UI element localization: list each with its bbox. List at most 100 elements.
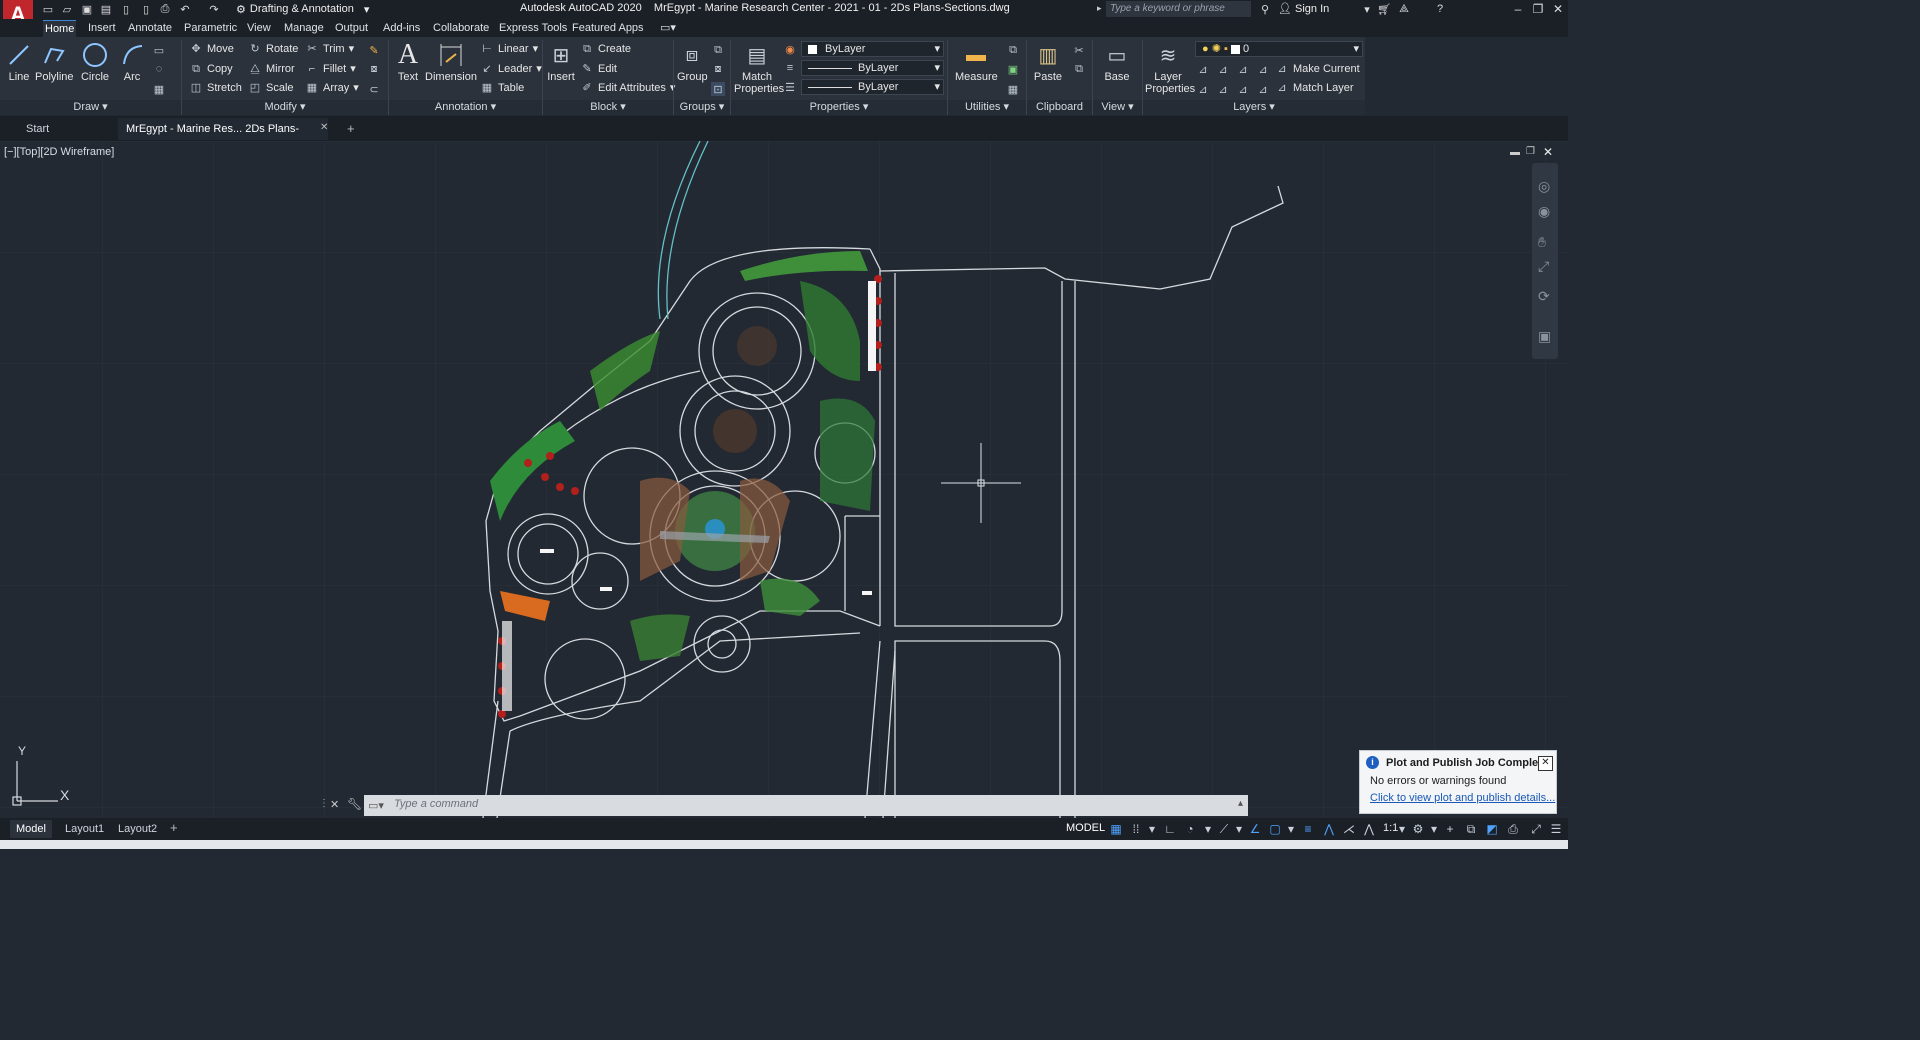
annotation-scale-icon[interactable]: ⋀: [1361, 821, 1377, 837]
group-button[interactable]: ⧈ Group: [677, 41, 708, 84]
copy-clip-icon[interactable]: ⧉: [1072, 62, 1086, 76]
undo-icon[interactable]: ↶: [178, 2, 192, 16]
viewport-close-icon[interactable]: ✕: [1543, 145, 1553, 159]
grid-icon[interactable]: ▦: [1108, 821, 1124, 837]
group-selection-icon[interactable]: ⊡: [711, 82, 725, 96]
binoculars-icon[interactable]: ⚲: [1258, 2, 1272, 16]
tab-featured-apps[interactable]: Featured Apps: [570, 20, 646, 37]
redo-icon[interactable]: ↷: [207, 2, 221, 16]
measure-button[interactable]: ▬ Measure: [955, 41, 998, 84]
zoom-extents-icon[interactable]: ⤢: [1538, 258, 1549, 275]
annotation-visibility-icon[interactable]: ⋀: [1321, 821, 1337, 837]
trim-button[interactable]: ✂ Trim ▾: [305, 40, 354, 58]
steering-wheel-icon[interactable]: ◉: [1538, 203, 1550, 220]
showmotion-icon[interactable]: ▣: [1538, 328, 1551, 345]
clipboard-panel-title[interactable]: Clipboard: [1027, 100, 1092, 115]
save-web-icon[interactable]: ▯: [139, 2, 153, 16]
units-icon[interactable]: ⧉: [1463, 821, 1479, 837]
new-file-icon[interactable]: ▭: [41, 2, 55, 16]
tab-output[interactable]: Output: [333, 20, 370, 37]
rotate-button[interactable]: ↻ Rotate: [248, 40, 298, 58]
plot-icon[interactable]: ⎙: [158, 2, 172, 16]
create-block-button[interactable]: ⧉ Create: [580, 40, 631, 58]
leader-button[interactable]: ↙ Leader ▾: [480, 60, 541, 78]
draw-panel-title[interactable]: Draw ▾: [0, 100, 181, 115]
chevron-down-icon[interactable]: ▾: [1426, 821, 1442, 837]
layer-on-icon[interactable]: ⊿: [1196, 82, 1210, 96]
restore-icon[interactable]: ❐: [1528, 1, 1548, 17]
command-close-icon[interactable]: ✕: [330, 798, 339, 811]
model-space-toggle[interactable]: MODEL: [1066, 822, 1105, 834]
layer-properties-button[interactable]: ≋ Layer Properties: [1145, 41, 1195, 96]
scale-button[interactable]: ◰ Scale: [248, 79, 294, 97]
open-folder-icon[interactable]: ▱: [60, 2, 74, 16]
arc-button[interactable]: Arc: [118, 41, 146, 83]
isodraft-icon[interactable]: ⟋: [1216, 821, 1232, 837]
block-editor-icon[interactable]: ⧉: [711, 43, 725, 57]
offset-icon[interactable]: ⊂: [367, 82, 381, 96]
workspace-dropdown[interactable]: ⚙ Drafting & Annotation ▾: [236, 1, 386, 17]
share-icon[interactable]: ⟁: [1397, 2, 1411, 16]
tab-layout1[interactable]: Layout1: [59, 820, 110, 838]
layer-isolate-icon[interactable]: ⊿: [1216, 62, 1230, 76]
layer-freeze-icon[interactable]: ⊿: [1236, 62, 1250, 76]
quick-properties-icon[interactable]: ◩: [1484, 821, 1500, 837]
calculator-icon[interactable]: ▦: [1006, 82, 1020, 96]
open-web-icon[interactable]: ▯: [119, 2, 133, 16]
hatch-icon[interactable]: ◌: [152, 62, 166, 76]
tab-parametric[interactable]: Parametric: [182, 20, 239, 37]
array-button[interactable]: ▦ Array ▾: [305, 79, 359, 97]
edit-block-button[interactable]: ✎ Edit: [580, 60, 617, 78]
tab-active-drawing[interactable]: MrEgypt - Marine Res... 2Ds Plans-Sectio…: [118, 118, 328, 157]
cut-icon[interactable]: ✂: [1072, 43, 1086, 57]
command-grip-icon[interactable]: ⋮: [319, 798, 329, 809]
groups-panel-title[interactable]: Groups ▾: [674, 100, 730, 115]
tab-insert[interactable]: Insert: [86, 20, 118, 37]
circle-button[interactable]: Circle: [80, 41, 110, 83]
plot-status-icon[interactable]: ⎙: [1505, 821, 1521, 837]
tab-start[interactable]: Start: [18, 118, 57, 140]
line-button[interactable]: Line: [4, 41, 34, 83]
tab-add-ins[interactable]: Add-ins: [381, 20, 422, 37]
chevron-up-icon[interactable]: ▴: [1238, 798, 1243, 809]
mirror-button[interactable]: ⧋ Mirror: [248, 60, 295, 78]
copy-button[interactable]: ⧉ Copy: [189, 60, 233, 78]
text-button[interactable]: A Text: [393, 39, 423, 83]
close-tab-icon[interactable]: ✕: [320, 122, 328, 133]
paste-button[interactable]: ▥ Paste: [1033, 41, 1063, 84]
layer-dropdown[interactable]: ● ✺ ▪ 0 ▾: [1195, 41, 1363, 57]
chevron-down-icon[interactable]: ▾: [1200, 821, 1216, 837]
lineweight-toggle-icon[interactable]: ≡: [1300, 821, 1316, 837]
wrench-icon[interactable]: 🔧︎: [347, 797, 362, 811]
tab-collaborate[interactable]: Collaborate: [431, 20, 491, 37]
annotation-monitor-icon[interactable]: +: [1442, 821, 1458, 837]
chevron-down-icon[interactable]: ▾: [1231, 821, 1247, 837]
tab-home[interactable]: Home: [43, 20, 77, 38]
tab-view[interactable]: View: [245, 20, 273, 37]
close-icon[interactable]: ✕: [1548, 1, 1568, 17]
polar-tracking-icon[interactable]: ◔: [1182, 821, 1198, 837]
chevron-right-icon[interactable]: ▸: [1097, 3, 1102, 14]
base-button[interactable]: ▭ Base: [1100, 41, 1134, 84]
gradient-icon[interactable]: ▦: [152, 82, 166, 96]
dimension-button[interactable]: Dimension: [425, 41, 477, 83]
edit-attributes-button[interactable]: ✐Edit Attributes▾: [580, 79, 675, 97]
drawing-canvas[interactable]: [0, 141, 1568, 818]
command-input[interactable]: Type a command: [394, 798, 478, 810]
utilities-panel-title[interactable]: Utilities ▾: [948, 100, 1026, 115]
chevron-down-icon[interactable]: ▾: [1283, 821, 1299, 837]
tab-express-tools[interactable]: Express Tools: [497, 20, 569, 37]
viewport-minimize-icon[interactable]: ▬: [1510, 147, 1520, 158]
command-history-icon[interactable]: ▭▾: [368, 799, 384, 812]
notification-details-link[interactable]: Click to view plot and publish details..…: [1370, 792, 1555, 804]
annotation-panel-title[interactable]: Annotation ▾: [389, 100, 542, 115]
object-snap-tracking-icon[interactable]: ∠: [1247, 821, 1263, 837]
linetype-dropdown[interactable]: ByLayer ▾: [801, 60, 944, 76]
make-current-button[interactable]: ⊿ Make Current: [1275, 60, 1359, 78]
match-layer-button[interactable]: ⊿ Match Layer: [1275, 79, 1353, 97]
help-icon[interactable]: ?: [1433, 2, 1447, 16]
pan-hand-icon[interactable]: ✋︎: [1538, 234, 1546, 251]
layer-lock-icon[interactable]: ⊿: [1256, 62, 1270, 76]
modify-panel-title[interactable]: Modify ▾: [182, 100, 388, 115]
move-button[interactable]: ✥ Move: [189, 40, 234, 58]
